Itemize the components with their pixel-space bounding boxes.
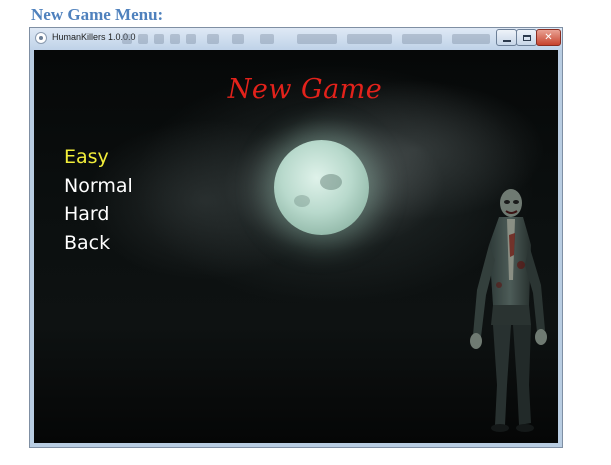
close-button[interactable]: ✕ [536,29,561,46]
minimize-icon [502,39,511,42]
title-bar[interactable]: HumanKillers 1.0.0.0 ✕ [30,28,562,50]
background-toolbar-ghost [122,34,492,44]
maximize-button[interactable] [516,29,537,46]
maximize-icon [522,34,531,41]
minimize-button[interactable] [496,29,517,46]
game-canvas[interactable]: New Game Easy Normal Hard Back [34,50,558,443]
app-icon [35,32,47,44]
moon-image [274,140,369,235]
menu-item-hard[interactable]: Hard [64,200,133,229]
new-game-menu: Easy Normal Hard Back [64,143,133,257]
close-icon: ✕ [544,31,553,43]
menu-item-easy[interactable]: Easy [64,143,133,172]
game-title: New Game [227,74,383,105]
menu-item-normal[interactable]: Normal [64,172,133,201]
zombie-figure [470,189,547,432]
menu-item-back[interactable]: Back [64,229,133,258]
app-window: HumanKillers 1.0.0.0 ✕ New Game Easy Nor… [29,27,563,448]
figure-caption: New Game Menu: [31,5,164,24]
